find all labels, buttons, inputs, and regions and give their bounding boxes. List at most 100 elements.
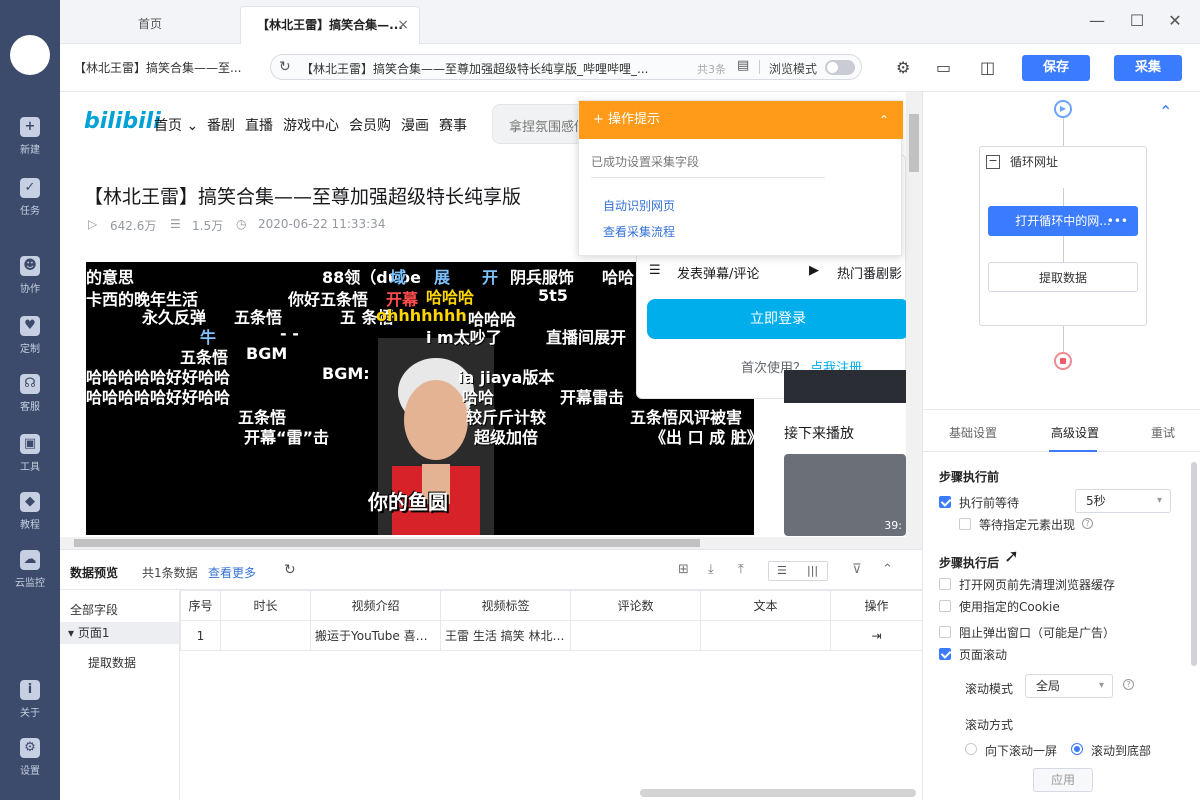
url-bar[interactable]: ↻ 【林北王雷】搞笑合集——至尊加强超级特长纯享版_哔哩哔哩_... 共3条 ▤… bbox=[270, 54, 862, 80]
minimize-icon[interactable]: — bbox=[1082, 8, 1112, 34]
refresh-icon[interactable]: ↻ bbox=[279, 59, 291, 75]
wait-before-checkbox[interactable] bbox=[939, 496, 951, 508]
tab-video-page[interactable]: 【林北王雷】搞笑合集—... × bbox=[240, 6, 420, 44]
column-header[interactable]: 时长 bbox=[220, 590, 311, 621]
nav-esports[interactable]: 赛事 bbox=[439, 115, 467, 135]
vertical-scrollbar[interactable] bbox=[906, 92, 922, 549]
comment-label[interactable]: 发表弹幕/评论 bbox=[677, 263, 759, 282]
maximize-icon[interactable]: ☐ bbox=[1122, 8, 1152, 34]
video-subtitle: 你的鱼圆 bbox=[368, 490, 448, 514]
view-more-link[interactable]: 查看更多 bbox=[208, 564, 256, 581]
column-header[interactable]: 操作 bbox=[830, 590, 923, 621]
scroll-one-screen-radio[interactable] bbox=[965, 743, 977, 755]
use-cookie-checkbox[interactable] bbox=[939, 600, 951, 612]
scroll-way-label: 滚动方式 bbox=[965, 718, 1014, 732]
tip-header[interactable]: + 操作提示 ⌃ bbox=[579, 101, 903, 139]
tab-retry[interactable]: 重试 bbox=[1151, 424, 1175, 441]
column-view-icon[interactable]: ||| bbox=[807, 564, 818, 577]
list-view-icon[interactable]: ☰ bbox=[777, 564, 787, 577]
scroll-mode-select[interactable]: 全局 ▾ bbox=[1025, 674, 1113, 698]
sidebar-item-cloud[interactable]: ☁ 云监控 bbox=[0, 550, 60, 600]
save-button[interactable]: 保存 bbox=[1022, 55, 1090, 81]
page1-item[interactable]: ▾ 页面1 bbox=[60, 622, 179, 644]
more-icon[interactable]: ••• bbox=[1107, 206, 1128, 236]
export-icon[interactable]: ⤒ bbox=[738, 562, 744, 577]
related-video-thumbnail[interactable] bbox=[784, 370, 906, 403]
table-cell bbox=[570, 620, 701, 651]
horizontal-scrollbar[interactable] bbox=[60, 537, 906, 549]
nav-game[interactable]: 游戏中心 bbox=[283, 115, 339, 135]
scroll-to-bottom-radio[interactable] bbox=[1071, 743, 1083, 755]
flow-connector bbox=[1063, 118, 1064, 146]
browse-mode-toggle[interactable] bbox=[825, 60, 855, 75]
close-icon[interactable]: × bbox=[397, 7, 409, 43]
collapse-icon[interactable]: ⌃ bbox=[882, 562, 893, 577]
sidebar-item-new[interactable]: + 新建 bbox=[0, 117, 60, 167]
scrollbar-thumb[interactable] bbox=[909, 114, 919, 172]
block-popup-checkbox[interactable] bbox=[939, 626, 951, 638]
add-field-icon[interactable]: ⊞ bbox=[678, 562, 689, 577]
layout-bottom-icon[interactable]: ▭ bbox=[936, 58, 951, 77]
column-header[interactable]: 视频标签 bbox=[440, 590, 571, 621]
column-header[interactable]: 视频介绍 bbox=[310, 590, 441, 621]
sidebar-item-task[interactable]: ✓ 任务 bbox=[0, 178, 60, 228]
headset-icon: ☊ bbox=[20, 374, 40, 394]
sidebar-item-collab[interactable]: ☻ 协作 bbox=[0, 256, 60, 306]
auto-detect-link[interactable]: 自动识别网页 bbox=[603, 197, 675, 214]
sidebar-item-tools[interactable]: ▣ 工具 bbox=[0, 434, 60, 484]
url-text[interactable]: 【林北王雷】搞笑合集——至尊加强超级特长纯享版_哔哩哔哩_... bbox=[301, 60, 681, 77]
sidebar-item-settings[interactable]: ⚙ 设置 bbox=[0, 738, 60, 788]
nav-live[interactable]: 直播 bbox=[245, 115, 273, 135]
import-icon[interactable]: ⤓ bbox=[708, 562, 714, 577]
login-button[interactable]: 立即登录 bbox=[647, 299, 909, 339]
sidebar-item-about[interactable]: i 关于 bbox=[0, 680, 60, 730]
extract-data-node[interactable]: 提取数据 bbox=[988, 262, 1138, 292]
nav-bangumi[interactable]: 番剧 bbox=[207, 115, 235, 135]
start-icon[interactable]: ▶ bbox=[1054, 100, 1072, 118]
avatar[interactable] bbox=[10, 35, 50, 75]
clear-cache-checkbox[interactable] bbox=[939, 578, 951, 590]
refresh-icon[interactable]: ↻ bbox=[284, 562, 296, 578]
horizontal-scrollbar[interactable] bbox=[640, 789, 916, 797]
filter-icon[interactable]: ⊽ bbox=[852, 562, 862, 577]
open-loop-url-node[interactable]: 打开循环中的网... ••• bbox=[988, 206, 1138, 236]
tab-home[interactable]: 首页 bbox=[60, 6, 240, 44]
column-header[interactable]: 文本 bbox=[700, 590, 831, 621]
gear-icon[interactable]: ⚙ bbox=[896, 58, 910, 77]
next-video-thumbnail[interactable]: 39: bbox=[784, 454, 906, 536]
collapse-icon[interactable]: ⌃ bbox=[879, 101, 889, 139]
layout-side-icon[interactable]: ◫ bbox=[980, 58, 995, 77]
collect-button[interactable]: 采集 bbox=[1114, 55, 1182, 81]
tab-advanced-settings[interactable]: 高级设置 bbox=[1051, 424, 1099, 441]
sidebar-item-support[interactable]: ☊ 客服 bbox=[0, 374, 60, 424]
column-header[interactable]: 评论数 bbox=[570, 590, 701, 621]
row-action-icon[interactable]: ⇥ bbox=[830, 620, 923, 651]
wait-time-select[interactable]: 5秒 ▾ bbox=[1075, 489, 1171, 513]
window-close-icon[interactable]: ✕ bbox=[1160, 8, 1190, 34]
apply-button[interactable]: 应用 bbox=[1033, 768, 1093, 792]
sidebar-item-custom[interactable]: ♥ 定制 bbox=[0, 316, 60, 366]
all-fields-item[interactable]: 全部字段 bbox=[70, 601, 118, 618]
help-icon[interactable]: ? bbox=[1082, 518, 1093, 529]
document-icon[interactable]: ▤ bbox=[737, 58, 749, 73]
stop-icon[interactable] bbox=[1054, 352, 1072, 370]
bilibili-logo[interactable]: bilibili bbox=[84, 109, 161, 134]
wait-element-checkbox[interactable] bbox=[959, 518, 971, 530]
view-toggle[interactable]: ☰ ||| bbox=[768, 561, 828, 581]
collapse-loop-icon[interactable]: − bbox=[986, 155, 1000, 169]
scrollbar-thumb[interactable] bbox=[74, 539, 700, 547]
help-icon[interactable]: ? bbox=[1123, 679, 1134, 690]
column-header[interactable]: 序号 bbox=[180, 590, 221, 621]
vertical-scrollbar[interactable] bbox=[1191, 462, 1197, 666]
hot-bangumi-label[interactable]: 热门番剧影 bbox=[837, 263, 902, 282]
chevron-up-icon[interactable]: ⌃ bbox=[1159, 102, 1172, 121]
page-scroll-checkbox[interactable] bbox=[939, 648, 951, 660]
extract-data-item[interactable]: 提取数据 bbox=[88, 654, 136, 671]
nav-home[interactable]: 首页 ⌄ bbox=[154, 115, 198, 135]
nav-mall[interactable]: 会员购 bbox=[349, 115, 391, 135]
nav-manga[interactable]: 漫画 bbox=[401, 115, 429, 135]
sidebar-item-tutorial[interactable]: ◆ 教程 bbox=[0, 492, 60, 542]
tab-basic-settings[interactable]: 基础设置 bbox=[949, 424, 997, 441]
view-flow-link[interactable]: 查看采集流程 bbox=[603, 223, 675, 240]
table-row[interactable]: 1 搬运于YouTube 喜欢... 王雷 生活 搞笑 林北 ... ⇥ bbox=[180, 620, 923, 651]
